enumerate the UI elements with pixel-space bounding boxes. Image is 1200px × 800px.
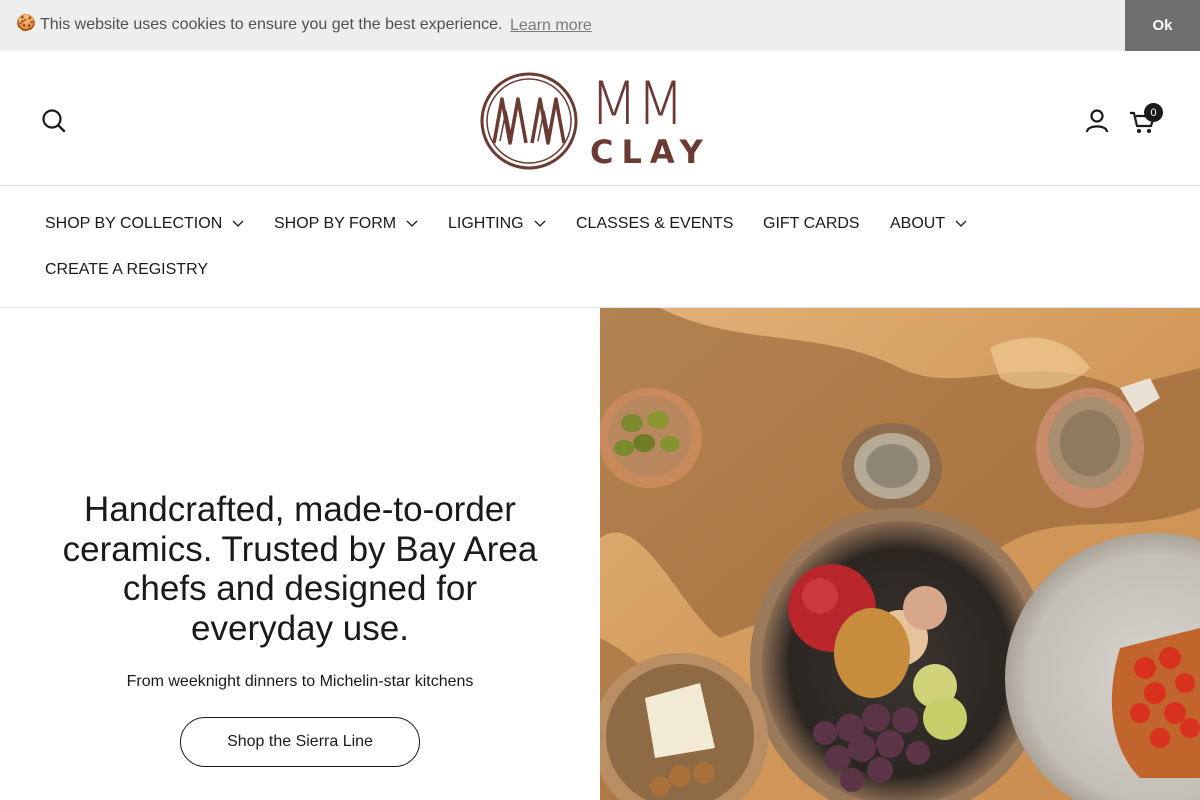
- learn-more-link[interactable]: Learn more: [510, 16, 592, 36]
- search-icon: [42, 109, 66, 133]
- logo-clay-text: CLAY: [590, 133, 711, 171]
- nav-item-about[interactable]: ABOUT: [890, 214, 967, 234]
- cart-count-badge: 0: [1144, 103, 1163, 122]
- ceramics-photo: [600, 308, 1200, 800]
- nav-item-label: ABOUT: [890, 215, 946, 232]
- logo-mm-text: MM: [590, 69, 684, 139]
- chevron-down-icon: [232, 220, 244, 227]
- cookie-ok-button[interactable]: Ok: [1125, 0, 1200, 51]
- account-icon: [1085, 109, 1109, 133]
- nav-item-classes-events[interactable]: CLASSES & EVENTS: [576, 214, 733, 234]
- hero-title: Handcrafted, made-to-order ceramics. Tru…: [62, 490, 538, 648]
- chevron-down-icon: [534, 220, 546, 227]
- site-logo[interactable]: MM CLAY: [480, 71, 710, 171]
- nav-item-shop-by-form[interactable]: SHOP BY FORM: [274, 214, 418, 234]
- nav-item-label: CREATE A REGISTRY: [45, 261, 209, 278]
- site-header: MM CLAY 0: [0, 51, 1200, 186]
- account-button[interactable]: [1084, 107, 1110, 135]
- nav-item-shop-by-collection[interactable]: SHOP BY COLLECTION: [45, 214, 244, 234]
- chevron-down-icon: [406, 220, 418, 227]
- main-nav: SHOP BY COLLECTION SHOP BY FORM LIGHTING…: [0, 187, 1200, 308]
- shop-sierra-line-button[interactable]: Shop the Sierra Line: [180, 717, 420, 767]
- search-button[interactable]: [38, 105, 68, 135]
- logo-emblem: [480, 72, 578, 170]
- cookie-banner: 🍪 This website uses cookies to ensure yo…: [0, 0, 1200, 51]
- hero-subtitle: From weeknight dinners to Michelin-star …: [126, 673, 474, 690]
- nav-item-label: CLASSES & EVENTS: [576, 215, 734, 232]
- hero-text-panel: Handcrafted, made-to-order ceramics. Tru…: [0, 308, 600, 800]
- nav-item-label: SHOP BY FORM: [274, 215, 397, 232]
- nav-item-label: LIGHTING: [448, 215, 524, 232]
- nav-item-create-a-registry[interactable]: CREATE A REGISTRY: [45, 260, 208, 280]
- nav-item-label: SHOP BY COLLECTION: [45, 215, 223, 232]
- cookie-message: This website uses cookies to ensure you …: [40, 16, 503, 33]
- nav-item-gift-cards[interactable]: GIFT CARDS: [763, 214, 860, 234]
- chevron-down-icon: [955, 220, 967, 227]
- cookie-icon: 🍪: [16, 15, 36, 32]
- hero-image: [600, 308, 1200, 800]
- nav-item-label: GIFT CARDS: [763, 215, 860, 232]
- nav-item-lighting[interactable]: LIGHTING: [448, 214, 546, 234]
